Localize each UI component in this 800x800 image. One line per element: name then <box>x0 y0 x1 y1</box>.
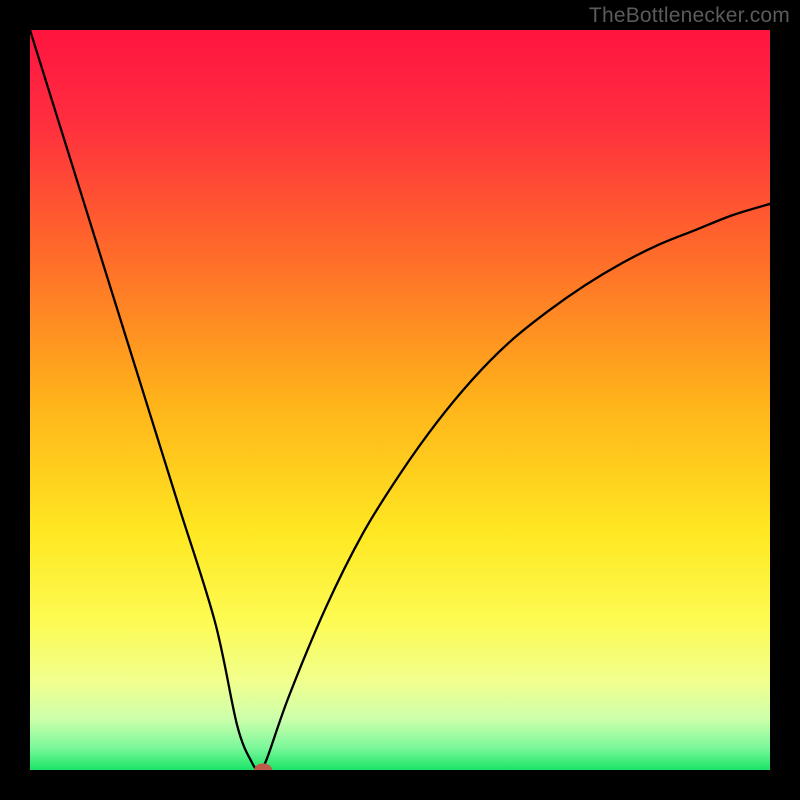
watermark-text: TheBottlenecker.com <box>589 4 790 28</box>
gradient-background <box>30 30 770 770</box>
bottleneck-chart <box>30 30 770 770</box>
chart-frame: TheBottlenecker.com <box>0 0 800 800</box>
plot-area <box>30 30 770 770</box>
